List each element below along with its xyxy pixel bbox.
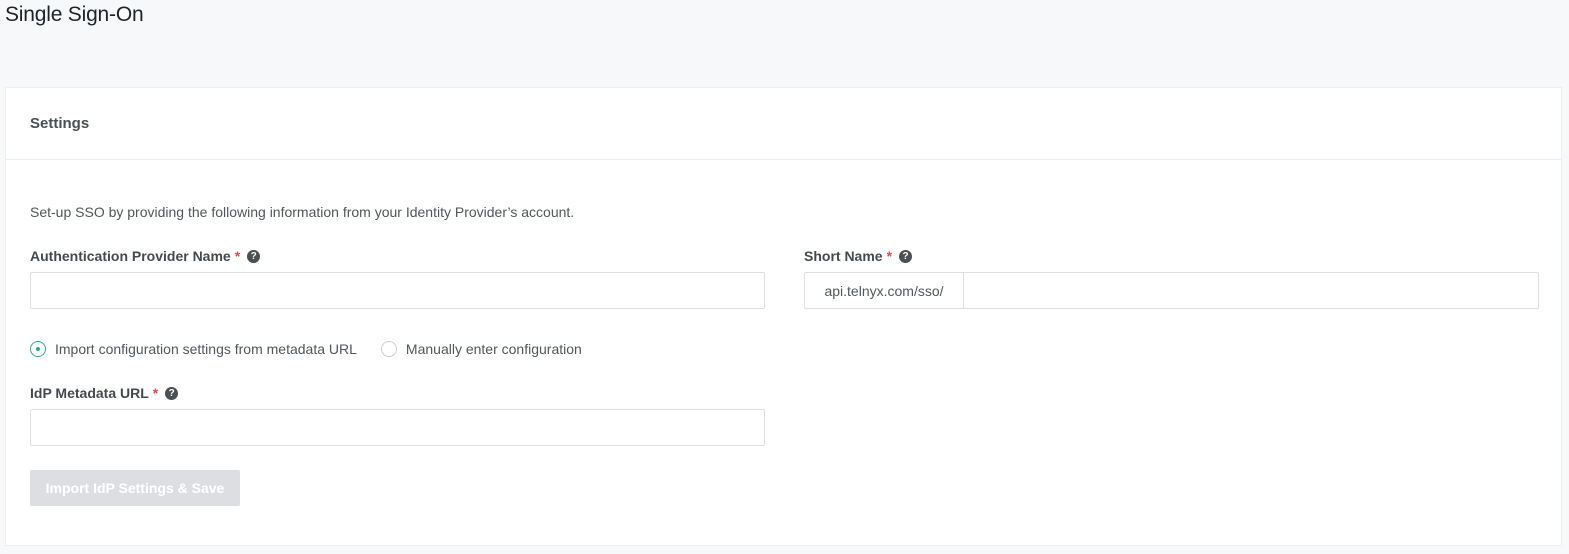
page-title: Single Sign-On — [5, 3, 144, 26]
card-title: Settings — [30, 115, 90, 132]
short-name-label: Short Name * ? — [804, 248, 913, 264]
required-marker: * — [886, 248, 893, 264]
radio-button-selected[interactable] — [30, 341, 46, 357]
short-name-input[interactable] — [964, 273, 1538, 308]
import-save-button[interactable]: Import IdP Settings & Save — [30, 470, 240, 506]
required-marker: * — [152, 385, 159, 401]
radio-option-manual[interactable]: Manually enter configuration — [380, 341, 582, 357]
question-circle-icon[interactable]: ? — [165, 386, 179, 400]
intro-text: Set-up SSO by providing the following in… — [30, 204, 575, 220]
metadata-url-input[interactable] — [30, 409, 765, 446]
short-name-input-group: api.telnyx.com/sso/ — [804, 272, 1539, 309]
provider-name-label-text: Authentication Provider Name — [30, 248, 231, 264]
provider-name-input[interactable] — [30, 272, 765, 309]
provider-name-label: Authentication Provider Name * ? — [30, 248, 261, 264]
radio-label-import: Import configuration settings from metad… — [55, 341, 357, 357]
metadata-url-label-text: IdP Metadata URL — [30, 385, 149, 401]
radio-button-unselected[interactable] — [380, 341, 397, 357]
short-name-label-text: Short Name — [804, 248, 883, 264]
question-circle-icon[interactable]: ? — [247, 249, 261, 263]
metadata-url-label: IdP Metadata URL * ? — [30, 385, 179, 401]
card-header: Settings — [6, 88, 1561, 160]
radio-label-manual: Manually enter configuration — [405, 341, 582, 357]
config-mode-radio-group: Import configuration settings from metad… — [30, 341, 606, 357]
radio-option-import[interactable]: Import configuration settings from metad… — [30, 341, 357, 357]
settings-card: Settings Set-up SSO by providing the fol… — [5, 87, 1562, 546]
question-circle-icon[interactable]: ? — [899, 249, 913, 263]
short-name-prefix: api.telnyx.com/sso/ — [805, 273, 964, 308]
required-marker: * — [234, 248, 241, 264]
